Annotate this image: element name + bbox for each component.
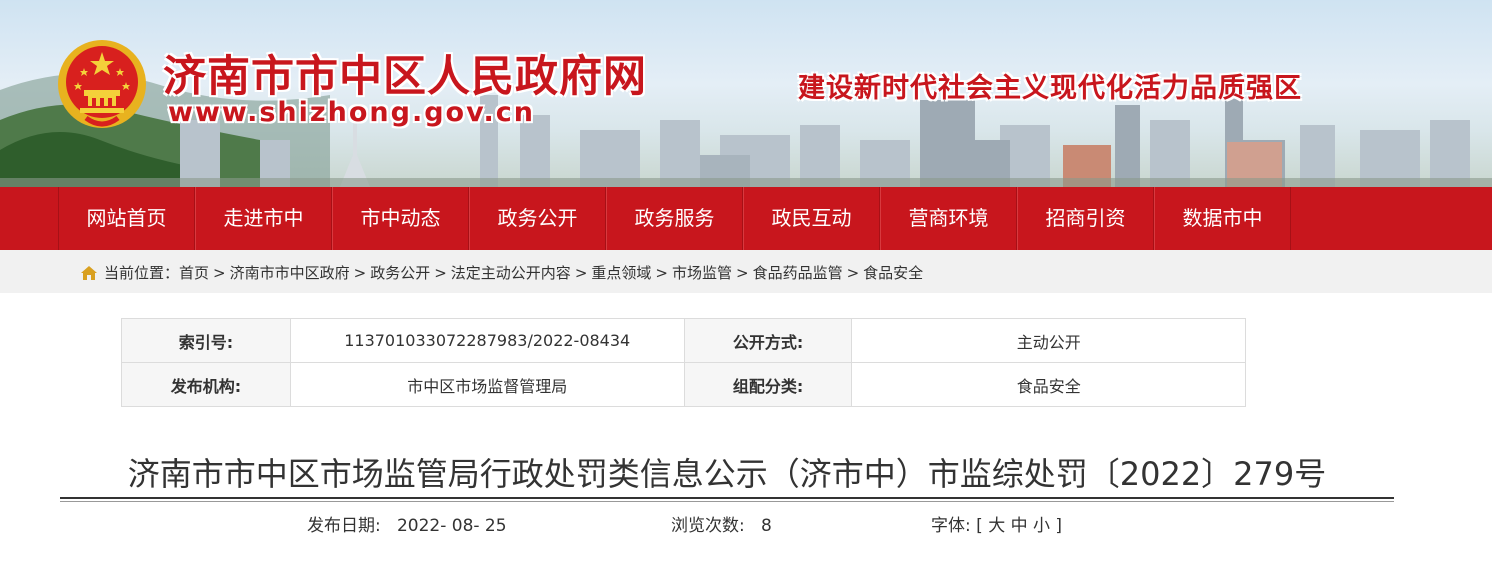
- national-emblem-icon: [56, 38, 148, 130]
- publish-date: 发布日期: 2022- 08- 25: [307, 511, 507, 536]
- breadcrumb-separator: >: [574, 263, 588, 282]
- view-count: 浏览次数: 8: [671, 511, 772, 536]
- index-value: 113701033072287983/2022-08434: [289, 318, 685, 363]
- breadcrumb-link-gov-affairs[interactable]: 政务公开: [370, 262, 430, 283]
- breadcrumb-separator: >: [736, 263, 749, 282]
- breadcrumb-link-food-drug[interactable]: 食品药品监管: [753, 262, 843, 283]
- view-count-label: 浏览次数:: [671, 516, 745, 536]
- site-title: 济南市市中区人民政府网: [163, 52, 647, 102]
- breadcrumb-link-food-safety[interactable]: 食品安全: [863, 262, 923, 283]
- nav-item-data[interactable]: 数据市中: [1154, 187, 1291, 250]
- breadcrumb-bar: 当前位置： 首页 > 济南市市中区政府 > 政务公开 > 法定主动公开内容 > …: [0, 250, 1492, 293]
- breadcrumb-link-government[interactable]: 济南市市中区政府: [230, 262, 350, 283]
- nav-item-about[interactable]: 走进市中: [195, 187, 332, 250]
- nav-item-gov-services[interactable]: 政务服务: [606, 187, 743, 250]
- breadcrumb-separator: >: [846, 263, 860, 282]
- article-title: 济南市市中区市场监管局行政处罚类信息公示（济市中）市监综处罚〔2022〕279号: [127, 455, 1327, 493]
- title-divider-thin: [60, 501, 1394, 502]
- publisher-value: 市中区市场监督管理局: [289, 362, 685, 407]
- home-icon: [80, 265, 98, 281]
- nav-item-news[interactable]: 市中动态: [332, 187, 469, 250]
- header-banner: 济南市市中区人民政府网 www.shizhong.gov.cn 建设新时代社会主…: [0, 0, 1492, 187]
- font-size-label: 字体:: [931, 516, 971, 536]
- title-divider: [60, 497, 1394, 499]
- disclosure-value: 主动公开: [851, 318, 1246, 363]
- publish-date-label: 发布日期:: [307, 516, 381, 536]
- category-value: 食品安全: [851, 362, 1246, 407]
- nav-item-business-env[interactable]: 营商环境: [880, 187, 1017, 250]
- nav-item-investment[interactable]: 招商引资: [1017, 187, 1154, 250]
- nav-item-home[interactable]: 网站首页: [58, 187, 195, 250]
- font-size-small-button[interactable]: 小: [1033, 516, 1050, 536]
- site-url: www.shizhong.gov.cn: [168, 97, 535, 128]
- font-size-selector: 字体: [ 大 中 小 ]: [931, 511, 1062, 536]
- nav-item-interaction[interactable]: 政民互动: [743, 187, 880, 250]
- font-bracket-open: [: [976, 516, 983, 536]
- breadcrumb-separator: >: [213, 263, 226, 282]
- breadcrumb-link-home[interactable]: 首页: [179, 262, 209, 283]
- breadcrumb-link-statutory[interactable]: 法定主动公开内容: [451, 262, 571, 283]
- breadcrumb-separator: >: [655, 263, 668, 282]
- site-slogan: 建设新时代社会主义现代化活力品质强区: [798, 73, 1302, 104]
- breadcrumb-separator: >: [353, 263, 367, 282]
- table-row: 发布机构: 市中区市场监督管理局 组配分类: 食品安全: [121, 362, 1246, 407]
- nav-item-gov-affairs[interactable]: 政务公开: [469, 187, 606, 250]
- category-label: 组配分类:: [683, 362, 853, 407]
- disclosure-label: 公开方式:: [683, 318, 853, 363]
- main-nav: 网站首页 走进市中 市中动态 政务公开 政务服务 政民互动 营商环境 招商引资 …: [0, 187, 1492, 250]
- breadcrumb-separator: >: [434, 263, 447, 282]
- breadcrumb-link-key-areas[interactable]: 重点领域: [591, 262, 651, 283]
- breadcrumb: 当前位置： 首页 > 济南市市中区政府 > 政务公开 > 法定主动公开内容 > …: [80, 262, 923, 283]
- document-info-table: 索引号: 113701033072287983/2022-08434 公开方式:…: [121, 318, 1246, 407]
- font-bracket-close: ]: [1055, 516, 1063, 536]
- index-label: 索引号:: [121, 318, 291, 363]
- view-count-value: 8: [760, 516, 772, 536]
- publisher-label: 发布机构:: [121, 362, 291, 407]
- breadcrumb-prefix: 当前位置：: [104, 264, 180, 282]
- publish-date-value: 2022- 08- 25: [396, 516, 507, 536]
- table-row: 索引号: 113701033072287983/2022-08434 公开方式:…: [121, 318, 1246, 363]
- font-size-large-button[interactable]: 大: [988, 516, 1005, 536]
- font-size-medium-button[interactable]: 中: [1011, 516, 1028, 536]
- breadcrumb-link-market[interactable]: 市场监管: [672, 262, 732, 283]
